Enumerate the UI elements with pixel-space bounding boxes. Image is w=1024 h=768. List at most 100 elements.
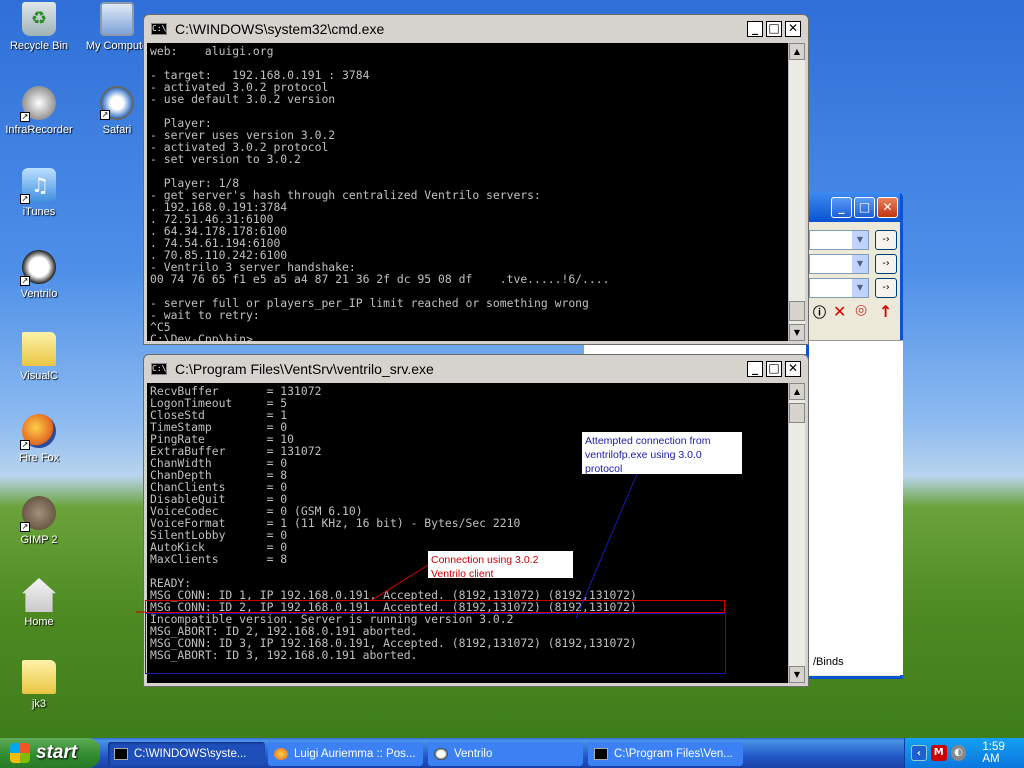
my-computer-icon bbox=[100, 2, 134, 36]
annotation-attempted-connection: Attempted connection from ventrilofp.exe… bbox=[582, 432, 742, 475]
highlight-incompatible-connections bbox=[145, 613, 726, 674]
binds-label: /Binds bbox=[813, 656, 844, 668]
start-button[interactable]: start bbox=[0, 738, 100, 768]
lifebuoy-icon[interactable]: ◎ bbox=[855, 302, 867, 318]
folder-icon bbox=[22, 332, 56, 366]
maximize-button[interactable]: □ bbox=[766, 21, 782, 37]
desktop-icon-label: Fire Fox bbox=[18, 452, 60, 464]
taskbar-item-firefox[interactable]: Luigi Auriemma :: Pos... bbox=[268, 742, 423, 766]
minimize-button[interactable]: _ bbox=[747, 21, 763, 37]
window-title: C:\WINDOWS\system32\cmd.exe bbox=[175, 21, 385, 37]
scroll-down-arrow-icon[interactable]: ▼ bbox=[789, 324, 805, 341]
desktop-icon-ventrilo[interactable]: ↗ Ventrilo bbox=[0, 250, 78, 300]
cmd-console-output[interactable]: web: aluigi.org - target: 192.168.0.191 … bbox=[147, 43, 788, 341]
tray-expand-icon[interactable]: ‹ bbox=[911, 745, 927, 761]
shortcut-arrow-icon: ↗ bbox=[20, 522, 30, 532]
tray-app-icon[interactable]: M bbox=[930, 745, 947, 761]
close-button[interactable]: ✕ bbox=[877, 196, 898, 218]
desktop-icon-home[interactable]: Home bbox=[0, 578, 78, 628]
taskbar-item-ventrilo-srv[interactable]: C:\Program Files\Ven... bbox=[588, 742, 743, 766]
ventrilo-client-window[interactable]: _ □ ✕ ▼ -› ▼ -› ▼ -› ⓘ ✕ ◎ ↑ /Binds bbox=[806, 192, 903, 679]
ventrilo-tray-icon[interactable]: ◐ bbox=[950, 745, 967, 761]
maximize-button[interactable]: □ bbox=[854, 196, 875, 218]
clock: 1:59 AM bbox=[982, 741, 1005, 765]
scrollbar-thumb[interactable] bbox=[789, 403, 805, 423]
ventrilo-icon bbox=[434, 748, 448, 760]
system-tray: ‹ M ◐ 1:59 AM bbox=[904, 738, 1024, 768]
desktop-icon-label: InfraRecorder bbox=[5, 124, 73, 136]
console-icon bbox=[114, 748, 128, 760]
desktop-icon-label: GIMP 2 bbox=[20, 534, 58, 546]
vertical-scrollbar[interactable]: ▲ ▼ bbox=[788, 383, 805, 683]
folder-icon bbox=[22, 660, 56, 694]
desktop-icon-infrarecorder[interactable]: ↗ InfraRecorder bbox=[0, 86, 78, 136]
close-button[interactable]: ✕ bbox=[785, 361, 801, 377]
taskbar-item-label: Luigi Auriemma :: Pos... bbox=[294, 748, 416, 760]
desktop-icon-label: Recycle Bin bbox=[9, 40, 69, 52]
desktop-icon-recycle-bin[interactable]: Recycle Bin bbox=[0, 2, 78, 52]
cmd-titlebar[interactable]: C:\ C:\WINDOWS\system32\cmd.exe _ □ ✕ bbox=[147, 15, 805, 43]
desktop-icon-jk3[interactable]: jk3 bbox=[0, 660, 78, 710]
taskbar-item-label: Ventrilo bbox=[454, 748, 493, 760]
taskbar-item-ventrilo[interactable]: Ventrilo bbox=[428, 742, 583, 766]
console-icon bbox=[594, 748, 608, 760]
console-icon: C:\ bbox=[151, 363, 167, 375]
shortcut-arrow-icon: ↗ bbox=[100, 110, 110, 120]
scroll-down-arrow-icon[interactable]: ▼ bbox=[789, 666, 805, 683]
taskbar-item-label: C:\WINDOWS\syste... bbox=[134, 748, 247, 760]
close-button[interactable]: ✕ bbox=[785, 21, 801, 37]
console-line: C:\Dev-Cpp\bin> bbox=[150, 332, 253, 341]
windows-logo-icon bbox=[10, 743, 30, 763]
maximize-button[interactable]: □ bbox=[766, 361, 782, 377]
scroll-up-arrow-icon[interactable]: ▲ bbox=[789, 383, 805, 400]
itunes-icon: ↗ bbox=[20, 168, 56, 204]
safari-icon: ↗ bbox=[100, 86, 134, 120]
minimize-button[interactable]: _ bbox=[747, 361, 763, 377]
home-icon bbox=[22, 578, 56, 612]
recycle-bin-icon bbox=[22, 2, 56, 36]
shortcut-arrow-icon: ↗ bbox=[20, 112, 30, 122]
firefox-icon bbox=[274, 748, 288, 760]
desktop-icon-gimp[interactable]: ↗ GIMP 2 bbox=[0, 496, 78, 546]
desktop-icon-firefox[interactable]: ↗ Fire Fox bbox=[0, 414, 78, 464]
go-button[interactable]: -› bbox=[875, 230, 897, 250]
disconnect-icon[interactable]: ✕ bbox=[833, 302, 846, 321]
hidden-window-strip bbox=[584, 344, 806, 354]
shortcut-arrow-icon: ↗ bbox=[20, 194, 30, 204]
desktop-icon-label: VisualC bbox=[20, 370, 58, 382]
user-list-panel bbox=[809, 340, 903, 675]
chevron-down-icon: ▼ bbox=[852, 231, 868, 249]
console-line: - use default 3.0.2 version bbox=[150, 92, 336, 106]
server-dropdown[interactable]: ▼ bbox=[809, 230, 869, 250]
desktop-icon-itunes[interactable]: ↗ iTunes bbox=[0, 168, 78, 218]
desktop-icon-label: Home bbox=[24, 616, 54, 628]
channel-dropdown[interactable]: ▼ bbox=[809, 278, 869, 298]
cmd-window[interactable]: C:\ C:\WINDOWS\system32\cmd.exe _ □ ✕ we… bbox=[143, 14, 809, 345]
desktop-icon-label: jk3 bbox=[31, 698, 47, 710]
scroll-up-arrow-icon[interactable]: ▲ bbox=[789, 43, 805, 60]
desktop-icon-label: Ventrilo bbox=[20, 288, 58, 300]
server-titlebar[interactable]: C:\ C:\Program Files\VentSrv\ventrilo_sr… bbox=[147, 355, 805, 383]
ventrilo-titlebar[interactable]: _ □ ✕ bbox=[809, 192, 900, 222]
gimp-icon: ↗ bbox=[20, 496, 56, 532]
go-button[interactable]: -› bbox=[875, 254, 897, 274]
console-line: 00 74 76 65 f1 e5 a5 a4 87 21 36 2f dc 9… bbox=[150, 272, 610, 286]
ventrilo-icon: ↗ bbox=[20, 250, 56, 286]
chevron-down-icon: ▼ bbox=[852, 255, 868, 273]
desktop-icon-visualc[interactable]: VisualC bbox=[0, 332, 78, 382]
arrow-up-icon[interactable]: ↑ bbox=[879, 302, 892, 321]
taskbar-item-cmd[interactable]: C:\WINDOWS\syste... bbox=[108, 742, 265, 766]
shortcut-arrow-icon: ↗ bbox=[20, 276, 30, 286]
minimize-button[interactable]: _ bbox=[831, 196, 852, 218]
user-dropdown[interactable]: ▼ bbox=[809, 254, 869, 274]
go-button[interactable]: -› bbox=[875, 278, 897, 298]
console-line: web: aluigi.org bbox=[150, 44, 274, 58]
desktop-icon-label: iTunes bbox=[22, 206, 56, 218]
vertical-scrollbar[interactable]: ▲ ▼ bbox=[788, 43, 805, 341]
info-icon[interactable]: ⓘ bbox=[813, 302, 826, 321]
start-label: start bbox=[36, 742, 78, 763]
scrollbar-thumb[interactable] bbox=[789, 301, 805, 321]
annotation-client-connection: Connection using 3.0.2 Ventrilo client bbox=[428, 551, 573, 580]
